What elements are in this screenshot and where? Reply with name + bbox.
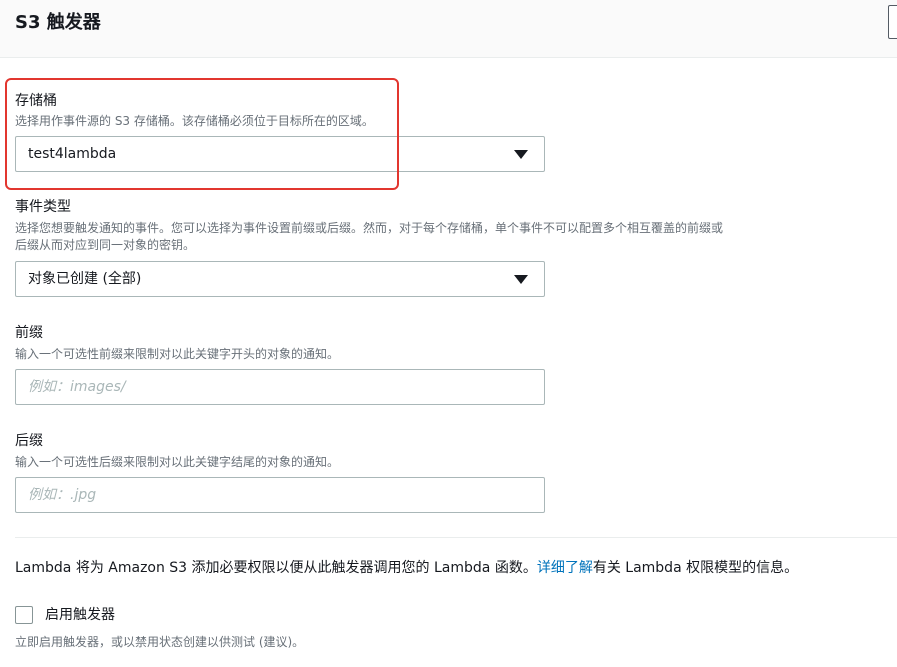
learn-more-link[interactable]: 详细了解	[537, 560, 593, 576]
event-type-select-value: 对象已创建 (全部)	[28, 271, 142, 287]
header-action-button[interactable]	[888, 5, 897, 39]
enable-trigger-checkbox[interactable]	[15, 606, 33, 624]
permissions-info: Lambda 将为 Amazon S3 添加必要权限以便从此触发器调用您的 La…	[15, 559, 798, 577]
event-type-description-line1: 选择您想要触发通知的事件。您可以选择为事件设置前缀或后缀。然而，对于每个存储桶，…	[15, 221, 724, 235]
bucket-description: 选择用作事件源的 S3 存储桶。该存储桶必须位于目标所在的区域。	[15, 114, 374, 128]
suffix-description: 输入一个可选性后缀来限制对以此关键字结尾的对象的通知。	[15, 455, 340, 469]
suffix-input[interactable]	[16, 478, 544, 512]
event-type-description-line2: 后缀从而对应到同一对象的密钥。	[15, 238, 196, 252]
bucket-select[interactable]: test4lambda	[15, 136, 545, 172]
permissions-info-text-after: 有关 Lambda 权限模型的信息。	[592, 560, 799, 576]
enable-trigger-description: 立即启用触发器，或以禁用状态创建以供测试 (建议)。	[15, 635, 305, 649]
enable-trigger-row[interactable]: 启用触发器	[15, 605, 115, 625]
suffix-label: 后缀	[15, 433, 43, 449]
event-type-select[interactable]: 对象已创建 (全部)	[15, 261, 545, 297]
bucket-highlight-annotation	[5, 78, 399, 190]
prefix-field[interactable]	[15, 369, 545, 405]
caret-down-icon	[514, 275, 528, 284]
suffix-field[interactable]	[15, 477, 545, 513]
event-type-label: 事件类型	[15, 199, 71, 215]
prefix-label: 前缀	[15, 325, 43, 341]
panel-header: S3 触发器	[0, 0, 897, 58]
panel-title: S3 触发器	[15, 12, 101, 33]
permissions-info-text: Lambda 将为 Amazon S3 添加必要权限以便从此触发器调用您的 La…	[15, 560, 537, 576]
s3-trigger-panel: S3 触发器 存储桶 选择用作事件源的 S3 存储桶。该存储桶必须位于目标所在的…	[0, 0, 897, 667]
section-divider	[15, 537, 897, 538]
prefix-description: 输入一个可选性前缀来限制对以此关键字开头的对象的通知。	[15, 347, 340, 361]
enable-trigger-label[interactable]: 启用触发器	[45, 606, 115, 624]
bucket-label: 存储桶	[15, 93, 57, 109]
prefix-input[interactable]	[16, 370, 544, 404]
caret-down-icon	[514, 150, 528, 159]
bucket-select-value: test4lambda	[28, 146, 117, 162]
